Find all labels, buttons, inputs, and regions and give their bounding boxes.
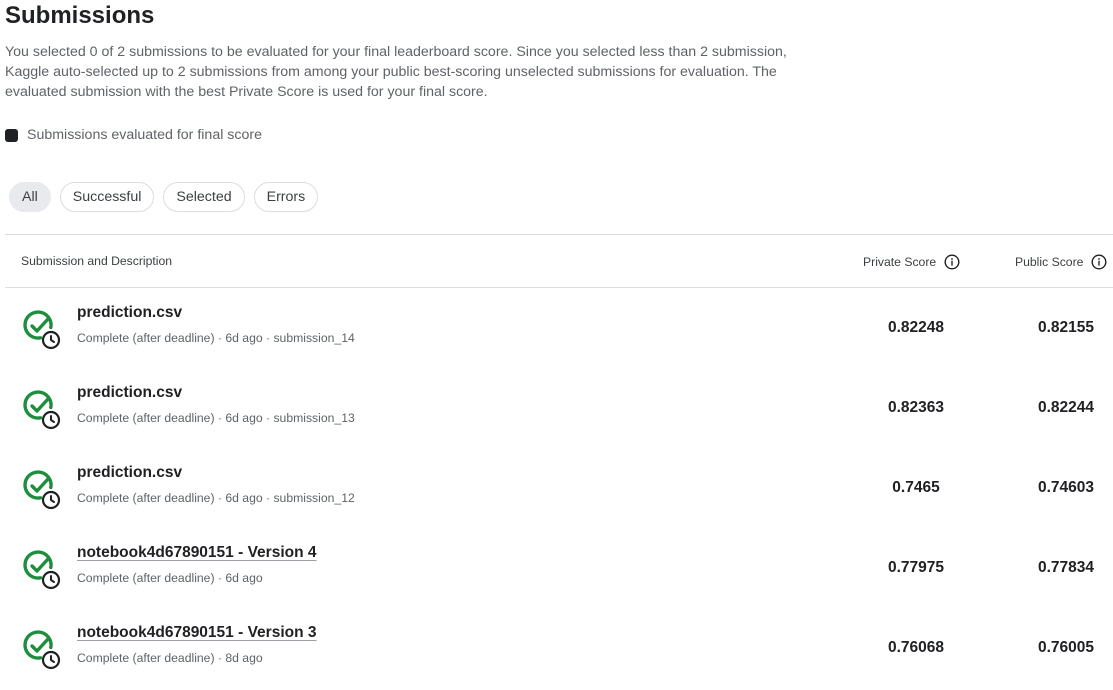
final-score-legend: Submissions evaluated for final score bbox=[5, 127, 262, 143]
private-score: 0.77975 bbox=[887, 559, 945, 576]
submission-meta: Complete (after deadline) · 6d ago · sub… bbox=[77, 491, 355, 505]
legend-label: Submissions evaluated for final score bbox=[27, 127, 263, 143]
private-score: 0.82363 bbox=[887, 399, 945, 416]
submission-name: prediction.csv bbox=[77, 384, 183, 401]
filter-errors-chip[interactable]: Errors bbox=[253, 182, 319, 212]
column-header-private-score: Private Score bbox=[863, 254, 960, 270]
dark-square-icon bbox=[5, 128, 18, 142]
notebook-link[interactable]: notebook4d67890151 - Version 3 bbox=[77, 624, 317, 642]
column-header-submission: Submission and Description bbox=[21, 254, 173, 268]
public-score: 0.77834 bbox=[1037, 559, 1095, 576]
info-circle-icon[interactable] bbox=[944, 254, 960, 270]
info-circle-icon[interactable] bbox=[1091, 254, 1107, 270]
submission-row[interactable]: notebook4d67890151 - Version 3 Complete … bbox=[0, 608, 1113, 688]
check-clock-icon bbox=[23, 310, 61, 350]
private-score: 0.82248 bbox=[887, 319, 945, 336]
filter-selected-chip[interactable]: Selected bbox=[163, 182, 245, 212]
public-score: 0.76005 bbox=[1037, 639, 1095, 656]
public-score-label: Public Score bbox=[1015, 255, 1084, 269]
submission-row[interactable]: prediction.csv Complete (after deadline)… bbox=[0, 288, 1113, 368]
check-clock-icon bbox=[23, 630, 61, 670]
check-clock-icon bbox=[23, 550, 61, 590]
submission-meta: Complete (after deadline) · 8d ago bbox=[77, 651, 263, 665]
divider bbox=[5, 234, 1113, 235]
submission-meta: Complete (after deadline) · 6d ago bbox=[77, 571, 263, 585]
public-score: 0.74603 bbox=[1037, 479, 1095, 496]
submissions-description: You selected 0 of 2 submissions to be ev… bbox=[5, 42, 835, 102]
description-line: Kaggle auto-selected up to 2 submissions… bbox=[5, 64, 777, 80]
private-score-label: Private Score bbox=[863, 255, 937, 269]
public-score: 0.82155 bbox=[1037, 319, 1095, 336]
description-line: You selected 0 of 2 submissions to be ev… bbox=[5, 44, 787, 60]
notebook-link[interactable]: notebook4d67890151 - Version 4 bbox=[77, 544, 317, 562]
private-score: 0.76068 bbox=[887, 639, 945, 656]
check-clock-icon bbox=[23, 470, 61, 510]
description-line: evaluated submission with the best Priva… bbox=[5, 84, 488, 100]
filter-successful-chip[interactable]: Successful bbox=[59, 182, 155, 212]
submission-row[interactable]: prediction.csv Complete (after deadline)… bbox=[0, 368, 1113, 448]
private-score: 0.7465 bbox=[892, 479, 940, 496]
submission-row[interactable]: prediction.csv Complete (after deadline)… bbox=[0, 448, 1113, 528]
submission-name: prediction.csv bbox=[77, 304, 183, 321]
check-clock-icon bbox=[23, 390, 61, 430]
submission-meta: Complete (after deadline) · 6d ago · sub… bbox=[77, 411, 355, 425]
submission-meta: Complete (after deadline) · 6d ago · sub… bbox=[77, 331, 355, 345]
submission-row[interactable]: notebook4d67890151 - Version 4 Complete … bbox=[0, 528, 1113, 608]
column-header-public-score: Public Score bbox=[1015, 254, 1107, 270]
filter-all-chip[interactable]: All bbox=[9, 182, 51, 212]
page-title: Submissions bbox=[5, 2, 155, 29]
submission-name: prediction.csv bbox=[77, 464, 183, 481]
public-score: 0.82244 bbox=[1037, 399, 1095, 416]
submission-filters: All Successful Selected Errors bbox=[9, 182, 319, 212]
